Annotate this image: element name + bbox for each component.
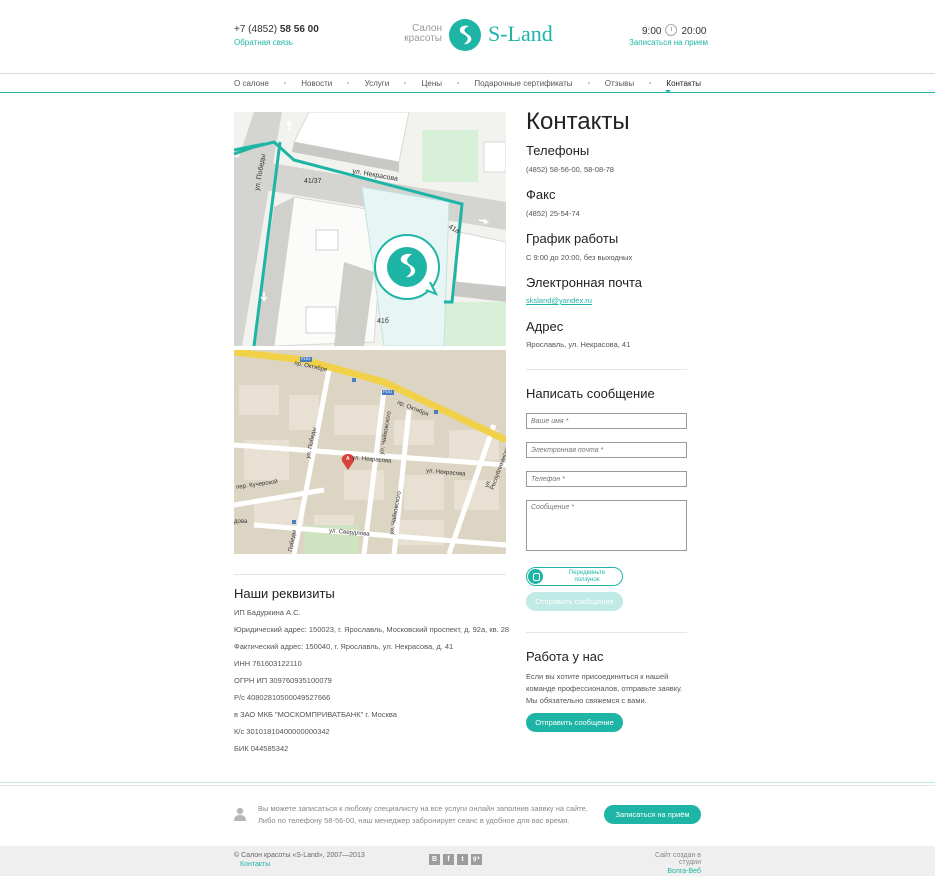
phone-input[interactable] <box>526 471 687 487</box>
phones-value: (4852) 58-56-00, 58-08-78 <box>526 165 614 174</box>
cta-top-line <box>0 782 935 783</box>
email-title: Электронная почта <box>526 275 643 290</box>
fax-value: (4852) 25-54-74 <box>526 209 580 218</box>
nav-separator <box>284 82 287 84</box>
address-value: Ярославль, ул. Некрасова, 41 <box>526 340 631 349</box>
map-road-number-2: Р151 <box>383 389 393 394</box>
requisites-line: Юридический адрес: 150023, г. Ярославль,… <box>234 625 510 634</box>
working-hours: 9:00 20:00 <box>642 24 707 37</box>
requisites-line: ОГРН ИП 309760935100079 <box>234 676 332 685</box>
nav-top-line <box>0 73 935 74</box>
map-marker-label[interactable]: A <box>346 456 350 462</box>
requisites-line: ИП Бадуркина А.С. <box>234 608 301 617</box>
studio-link[interactable]: Волга-Веб <box>638 868 701 875</box>
jobs-title: Работа у нас <box>526 649 604 664</box>
facebook-icon[interactable]: f <box>443 854 454 865</box>
street-map-drawing <box>234 350 506 554</box>
map-road-number-1: Р151 <box>301 356 311 361</box>
nav-item-gift-certificates[interactable]: Подарочные сертификаты <box>474 79 572 88</box>
slider-hint: Передвиньте ползунок <box>568 570 606 583</box>
map-label-dova: дова <box>234 519 248 525</box>
person-icon <box>234 807 246 821</box>
name-input[interactable] <box>526 413 687 429</box>
nav-item-services[interactable]: Услуги <box>365 79 390 88</box>
slider-handle-icon[interactable] <box>528 569 543 584</box>
nav-separator <box>347 82 350 84</box>
requisites-line: в ЗАО МКБ "МОСКОМПРИВАТБАНК" г. Москва <box>234 710 397 719</box>
cta-text: Вы можете записаться к любому специалист… <box>258 804 588 825</box>
email-link[interactable]: sksland@yandex.ru <box>526 296 592 305</box>
requisites-line: К/с 30101810400000000342 <box>234 727 330 736</box>
requisites-line: ИНН 761603122110 <box>234 659 302 668</box>
form-title: Написать сообщение <box>526 386 655 401</box>
requisites-divider <box>234 574 506 575</box>
nav-active-caret <box>665 90 671 93</box>
jobs-text: Если вы хотите присоединиться к нашей ко… <box>526 672 683 705</box>
email-input[interactable] <box>526 442 687 458</box>
illustrated-map-drawing <box>234 112 506 346</box>
clock-icon <box>665 24 678 36</box>
google-plus-icon[interactable]: g+ <box>471 854 482 865</box>
vk-icon[interactable]: В <box>429 854 440 865</box>
main-nav: О салоне Новости Услуги Цены Подарочные … <box>234 76 701 90</box>
map-building-41-37: 41/37 <box>304 178 322 185</box>
requisites-line: Фактический адрес: 150040, г. Ярославль,… <box>234 642 454 651</box>
twitter-icon[interactable]: t <box>457 854 468 865</box>
schedule-value: С 9:00 до 20:00, без выходных <box>526 253 633 262</box>
studio-credit: Сайт создан в студии Волга-Веб <box>638 852 701 875</box>
phone-main: 58 56 00 <box>279 24 319 35</box>
callback-link[interactable]: Обратная связь <box>234 38 293 47</box>
nav-separator <box>457 82 460 84</box>
nav-bottom-line <box>0 92 935 93</box>
nav-item-prices[interactable]: Цены <box>421 79 442 88</box>
appointment-link[interactable]: Записаться на прием <box>629 38 708 47</box>
requisites-line: БИК 044585342 <box>234 744 289 753</box>
phone-prefix: +7 (4852) <box>234 24 278 35</box>
message-textarea[interactable] <box>526 500 687 551</box>
map-building-41b: 41б <box>377 318 389 325</box>
nav-separator <box>404 82 407 84</box>
address-title: Адрес <box>526 319 564 334</box>
requisites-line: Р/с 40802810500049527666 <box>234 693 331 702</box>
captcha-slider[interactable]: Передвиньте ползунок <box>526 567 623 586</box>
cta-top-line-2 <box>0 785 935 786</box>
logo-subtitle: Салон красоты <box>404 23 442 44</box>
section-divider <box>526 632 687 633</box>
requisites-title: Наши реквизиты <box>234 586 335 601</box>
submit-message-button[interactable]: Отправить сообщение <box>526 592 623 611</box>
nav-separator <box>587 82 590 84</box>
copyright: © Салон красоты «S-Land», 2007—2013 <box>234 852 365 859</box>
logo-icon[interactable] <box>448 18 482 52</box>
nav-item-news[interactable]: Новости <box>301 79 332 88</box>
phones-title: Телефоны <box>526 143 590 158</box>
logo-wordmark[interactable]: S-Land <box>488 21 553 47</box>
fax-title: Факс <box>526 187 556 202</box>
nav-item-about[interactable]: О салоне <box>234 79 269 88</box>
street-map[interactable]: пр. Октября пр. Октября ул. Победы ул. Н… <box>234 350 506 554</box>
book-appointment-button[interactable]: Записаться на приём <box>604 805 701 824</box>
page-title: Контакты <box>526 108 630 135</box>
illustrated-map[interactable]: ул. Некрасова ул. Победы 41/37 41а 41б <box>234 112 506 346</box>
header-phone[interactable]: +7 (4852) 58 56 00 <box>234 24 319 35</box>
schedule-title: График работы <box>526 231 619 246</box>
nav-item-contacts[interactable]: Контакты <box>666 79 701 88</box>
section-divider <box>526 369 687 370</box>
footer-contacts-link[interactable]: Контакты <box>240 861 270 868</box>
nav-separator <box>649 82 652 84</box>
nav-item-reviews[interactable]: Отзывы <box>605 79 634 88</box>
jobs-send-button[interactable]: Отправить сообщение <box>526 713 623 732</box>
